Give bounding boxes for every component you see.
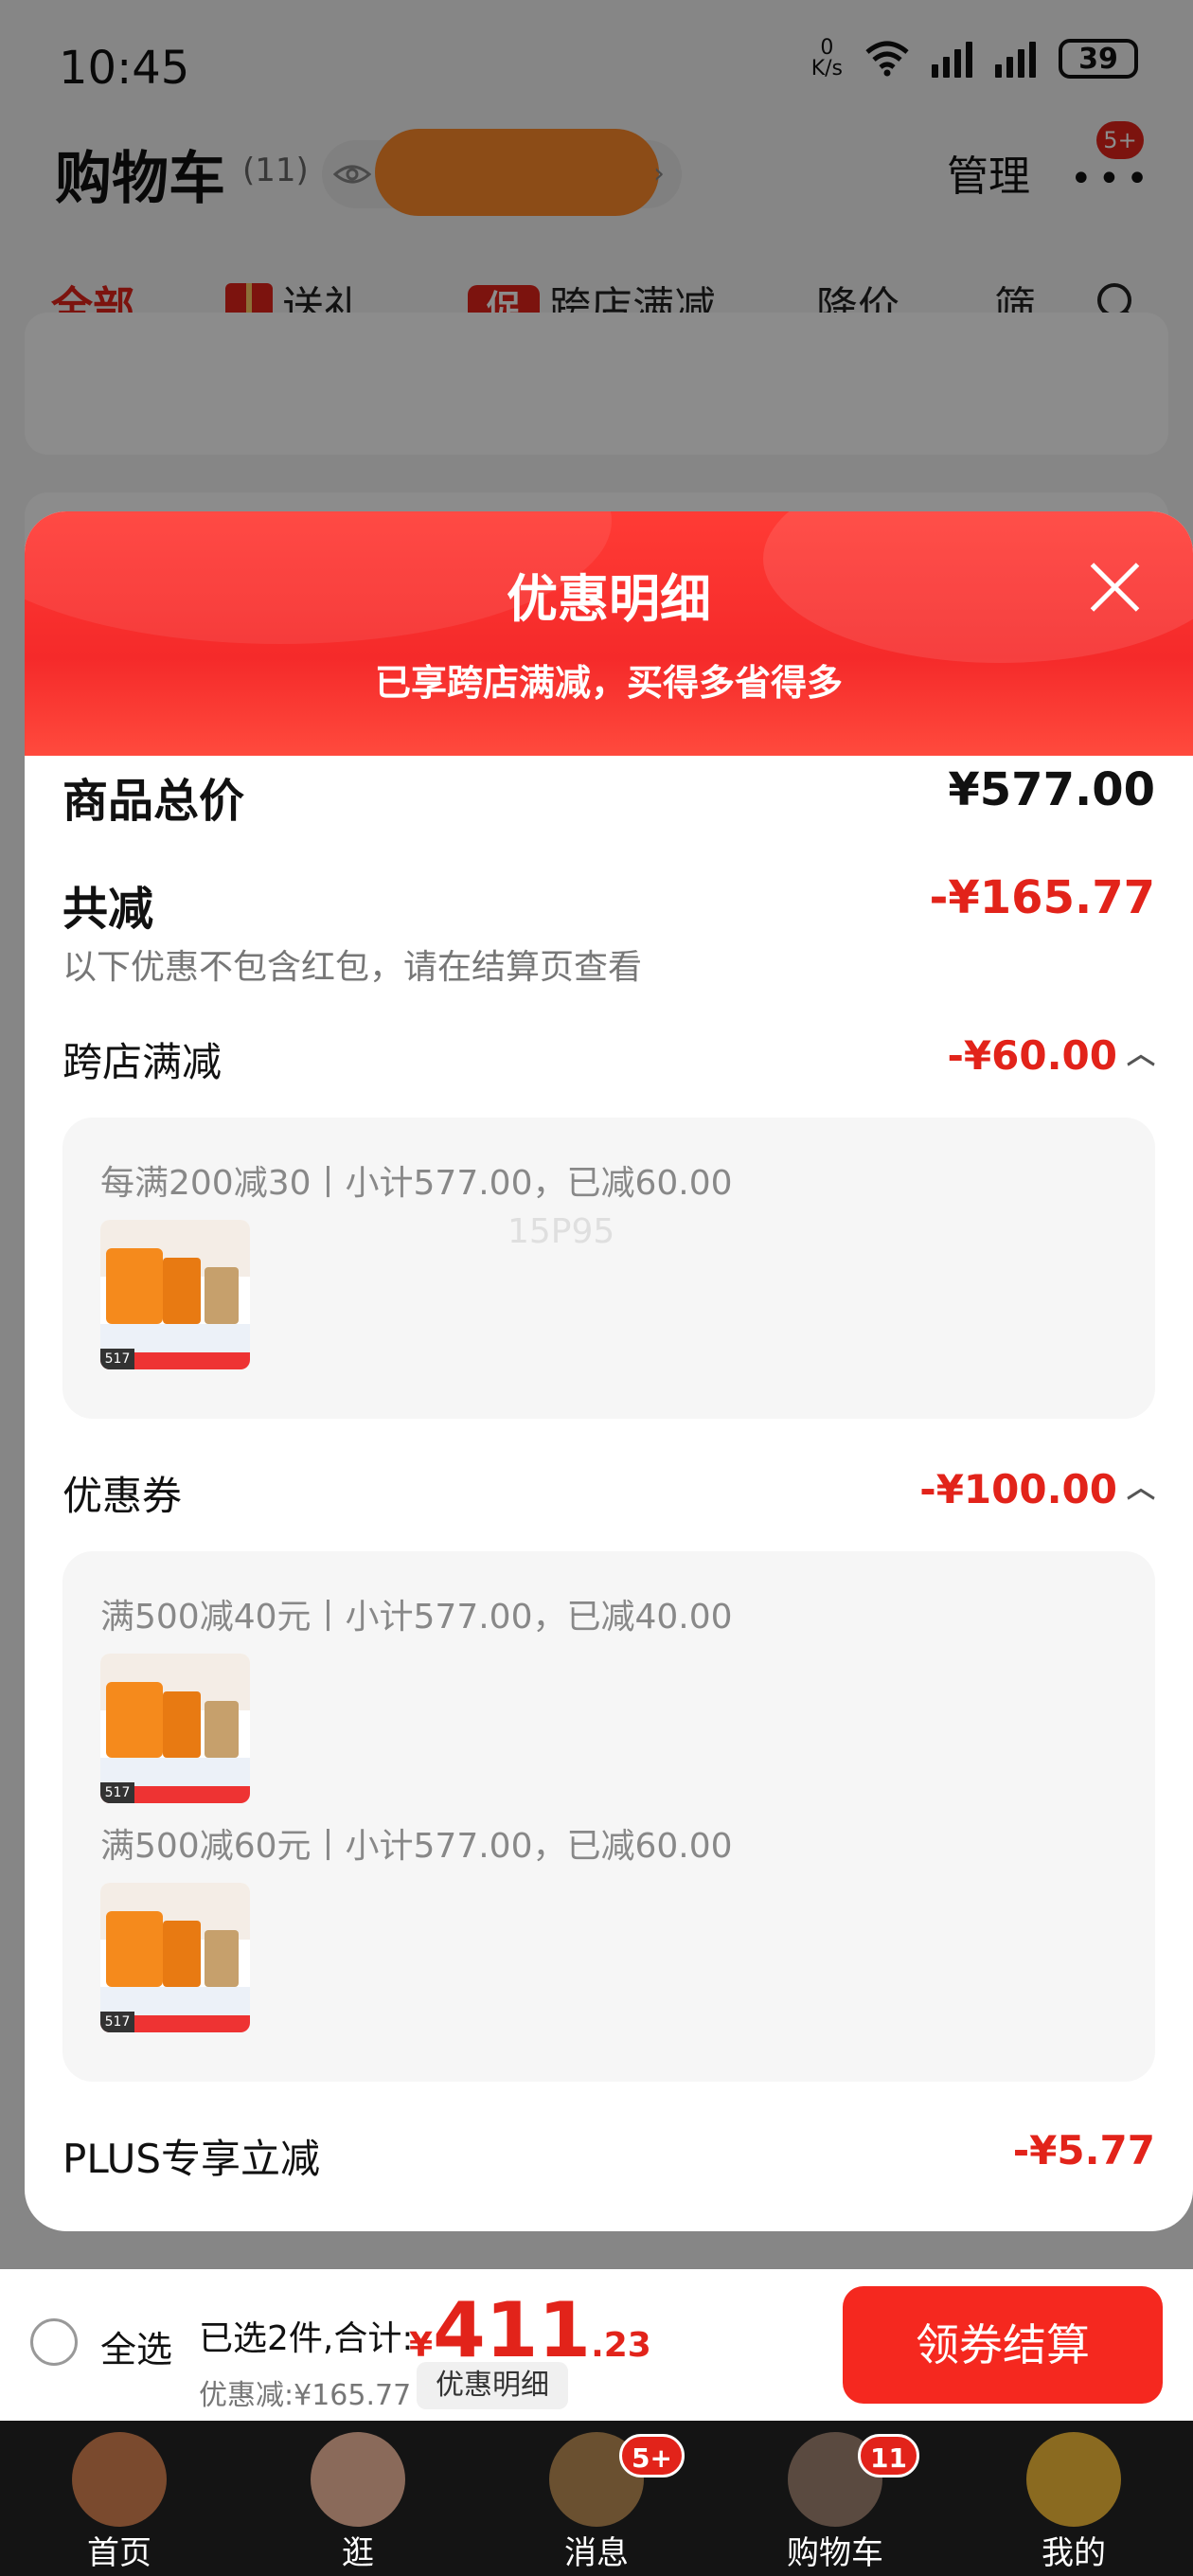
price-currency: ¥ — [409, 2326, 434, 2365]
product-thumbnail[interactable]: 517 — [100, 1654, 250, 1803]
reduce-value: -¥165.77 — [929, 871, 1155, 924]
discount-detail-button[interactable]: 优惠明细 — [417, 2362, 568, 2409]
nav-label: 逛 — [342, 2534, 374, 2572]
plus-row: PLUS专享立减 -¥5.77 — [62, 2127, 1155, 2184]
nav-cart[interactable]: 11 购物车 — [716, 2421, 954, 2576]
watermark: 15P95 — [507, 1212, 615, 1251]
nav-badge: 11 — [858, 2434, 919, 2478]
nav-label: 消息 — [564, 2534, 629, 2572]
section-label: 跨店满减 — [62, 1039, 223, 1085]
plus-label: PLUS专享立减 — [62, 2136, 321, 2182]
nav-browse[interactable]: 逛 — [239, 2421, 477, 2576]
select-all-label[interactable]: 全选 — [100, 2320, 172, 2372]
discount-amount: 优惠减:¥165.77 — [199, 2379, 412, 2412]
promo-rule: 满500减60元丨小计577.00，已减60.00 — [100, 1827, 733, 1866]
total-label: 商品总价 — [62, 775, 245, 828]
total-value: ¥577.00 — [948, 763, 1155, 816]
home-avatar-icon — [72, 2432, 167, 2527]
chevron-up-icon: ︿ — [1127, 1472, 1155, 1505]
nav-label: 首页 — [87, 2534, 151, 2572]
product-thumbnail[interactable]: 517 — [100, 1220, 250, 1369]
discount-note: 以下优惠不包含红包，请在结算页查看 — [62, 948, 643, 987]
profile-avatar-icon — [1026, 2432, 1121, 2527]
section-cross-store-box: 每满200减30丨小计577.00，已减60.00 517 — [62, 1118, 1155, 1419]
bottom-nav: 首页 逛 5+ 消息 11 购物车 我的 — [0, 2421, 1193, 2576]
nav-messages[interactable]: 5+ 消息 — [477, 2421, 716, 2576]
section-amount: -¥100.00 — [919, 1466, 1117, 1512]
sheet-header: 优惠明细 已享跨店满减，买得多省得多 — [25, 511, 1193, 756]
sheet-subtitle: 已享跨店满减，买得多省得多 — [374, 662, 843, 704]
nav-label: 我的 — [1042, 2534, 1106, 2572]
section-amount: -¥60.00 — [947, 1032, 1117, 1079]
nav-home[interactable]: 首页 — [0, 2421, 239, 2576]
thumb-tag: 517 — [100, 2012, 134, 2032]
sheet-title: 优惠明细 — [507, 569, 711, 629]
nav-badge: 5+ — [619, 2434, 685, 2478]
section-value: -¥100.00 ︿ — [919, 1464, 1155, 1512]
select-all-radio[interactable] — [30, 2318, 78, 2366]
screen: 10:45 0 K/s 39 购物车 (11) › 管理 ••• 5+ 全部 送… — [0, 0, 1193, 2576]
selected-count: 已选2件,合计: — [199, 2319, 414, 2358]
plus-value: -¥5.77 — [1012, 2127, 1155, 2174]
nav-label: 购物车 — [787, 2534, 883, 2572]
chevron-up-icon: ︿ — [1127, 1038, 1155, 1071]
promo-rule: 满500减40元丨小计577.00，已减40.00 — [100, 1598, 733, 1637]
nav-profile[interactable]: 我的 — [954, 2421, 1193, 2576]
section-coupon-header[interactable]: 优惠券 -¥100.00 ︿ — [62, 1464, 1155, 1521]
promo-rule: 每满200减30丨小计577.00，已减60.00 — [100, 1164, 733, 1203]
reduce-row: 共减 -¥165.77 — [62, 871, 1155, 938]
product-thumbnail[interactable]: 517 — [100, 1883, 250, 2032]
checkout-bar: 全选 已选2件,合计: ¥411.23 优惠减:¥165.77 优惠明细 领券结… — [0, 2269, 1193, 2421]
section-coupon-box: 满500减40元丨小计577.00，已减40.00 517 满500减60元丨小… — [62, 1551, 1155, 2082]
total-row: 商品总价 ¥577.00 — [62, 763, 1155, 830]
section-label: 优惠券 — [62, 1473, 183, 1519]
section-value: -¥60.00 ︿ — [947, 1030, 1155, 1079]
checkout-button[interactable]: 领券结算 — [843, 2286, 1163, 2404]
thumb-tag: 517 — [100, 1782, 134, 1803]
price-decimal: .23 — [591, 2326, 651, 2365]
discount-detail-sheet: 优惠明细 已享跨店满减，买得多省得多 商品总价 ¥577.00 共减 -¥165… — [25, 511, 1193, 2231]
browse-avatar-icon — [311, 2432, 405, 2527]
close-icon[interactable] — [1087, 559, 1144, 616]
reduce-label: 共减 — [62, 883, 154, 936]
note-row: 以下优惠不包含红包，请在结算页查看 — [62, 939, 1155, 987]
section-cross-store-header[interactable]: 跨店满减 -¥60.00 ︿ — [62, 1030, 1155, 1087]
thumb-tag: 517 — [100, 1349, 134, 1369]
